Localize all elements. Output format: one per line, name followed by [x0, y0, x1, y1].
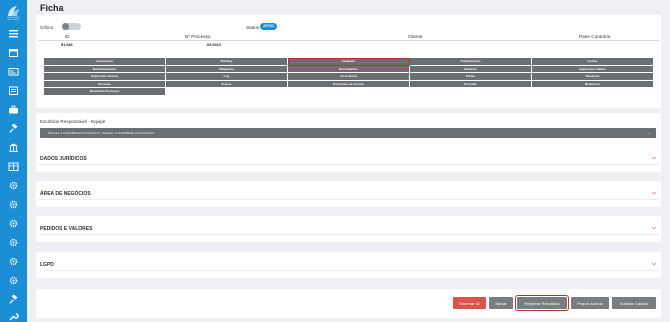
section-divider	[38, 270, 659, 271]
gavel-icon[interactable]	[8, 124, 19, 133]
section-title: LGPD	[40, 262, 54, 268]
responsible-value: RAFAEL & MARABESE ADVOGADOS - RAFAEL & M…	[48, 131, 155, 135]
col-processo: Nº Processo	[185, 34, 211, 39]
chevron-down-icon[interactable]	[651, 155, 657, 161]
tab-ocorrencia[interactable]: Ocorrência	[288, 73, 410, 81]
critico-toggle[interactable]	[62, 23, 81, 30]
header-divider	[38, 40, 659, 41]
chevron-down-icon[interactable]	[651, 225, 657, 231]
section-pedidos-valores[interactable]: PEDIDOS E VALORES	[36, 216, 661, 242]
gear-icon[interactable]	[8, 181, 19, 190]
tab-pessoas[interactable]: Pessoas	[44, 80, 166, 88]
gear-icon[interactable]	[8, 238, 19, 247]
action-bar: Encerrar ID Salvar Registrar Resultado P…	[36, 289, 661, 318]
responsible-panel: Escritório Responsável - Equipe RAFAEL &…	[36, 113, 661, 146]
section-title: ÁREA DE NEGÓCIOS	[40, 191, 91, 197]
section-divider	[38, 234, 659, 235]
tab-impressao-cliente[interactable]: Impressão Cliente	[532, 65, 654, 73]
bank-icon[interactable]	[8, 143, 19, 152]
value-id: 51.946	[61, 43, 73, 47]
gear-icon[interactable]	[8, 257, 19, 266]
chevron-down-icon: ⌄	[647, 130, 651, 135]
tab-resultado-processo[interactable]: Resultado Processo	[44, 88, 166, 96]
solicitar-calculo-button[interactable]: Solicitar Cálculo	[612, 297, 656, 309]
col-parte-contraria: Parte Contrária	[579, 34, 611, 39]
tab-propostas-acordo[interactable]: Propostas de Acordo	[288, 80, 410, 88]
section-lgpd[interactable]: LGPD	[36, 252, 661, 278]
col-cliente: Cliente	[408, 34, 423, 39]
toggle-knob	[62, 23, 69, 30]
gear-icon[interactable]	[8, 200, 19, 209]
table-icon[interactable]	[8, 162, 19, 171]
summary-panel: Crítico Status ATIVO ID Nº Processo Clie…	[36, 15, 661, 108]
gavel-icon[interactable]	[8, 295, 19, 304]
propor-acordo-button[interactable]: Propor Acordo	[571, 297, 609, 309]
section-dados-juridicos[interactable]: DADOS JURÍDICOS	[36, 146, 661, 172]
section-area-negocios[interactable]: ÁREA DE NEGÓCIOS	[36, 181, 661, 207]
wrench-icon[interactable]	[8, 312, 19, 321]
tab-pesquisa[interactable]: Pesquisa	[532, 73, 654, 81]
encerrar-id-button[interactable]: Encerrar ID	[453, 297, 486, 309]
tab-andamento[interactable]: Andamento	[44, 58, 166, 66]
logo-text: ESCRITÓRIO ADVOCACIA	[7, 17, 20, 21]
gear-icon[interactable]	[8, 276, 19, 285]
status-label: Status	[246, 24, 260, 30]
tab-impressao-interna[interactable]: Impressão Interna	[44, 73, 166, 81]
list-icon[interactable]	[8, 86, 19, 95]
tab-desdobramento[interactable]: Desdobramento	[44, 65, 166, 73]
tab-partes[interactable]: Partes	[410, 73, 532, 81]
tab-documentos[interactable]: Documentos	[288, 65, 410, 73]
tab-relatorios[interactable]: Relatórios	[532, 80, 654, 88]
section-title: PEDIDOS E VALORES	[40, 226, 93, 232]
tab-historico[interactable]: Histórico	[410, 65, 532, 73]
main-content: Ficha Crítico Status ATIVO ID Nº Process…	[27, 0, 670, 322]
status-badge: ATIVO	[260, 23, 277, 30]
tab-diligencia[interactable]: Diligência	[166, 65, 288, 73]
value-processo: .05.0013	[206, 43, 221, 47]
tab-prazos[interactable]: Prazos	[166, 80, 288, 88]
section-title: DADOS JURÍDICOS	[40, 156, 87, 162]
registrar-resultado-button[interactable]: Registrar Resultado	[514, 294, 570, 312]
gear-icon[interactable]	[8, 219, 19, 228]
tab-cumprimento[interactable]: Cumprimento	[410, 58, 532, 66]
col-id: ID	[65, 34, 70, 39]
salvar-button[interactable]: Salvar	[489, 297, 513, 309]
responsible-label: Escritório Responsável - Equipe	[40, 119, 106, 124]
menu-icon[interactable]	[8, 29, 19, 38]
tab-log[interactable]: Log	[166, 73, 288, 81]
section-divider	[38, 199, 659, 200]
calendar-icon[interactable]	[8, 48, 19, 57]
responsible-select[interactable]: RAFAEL & MARABESE ADVOGADOS - RAFAEL & M…	[40, 128, 656, 138]
chevron-down-icon[interactable]	[651, 261, 657, 267]
tab-cadastro[interactable]: Cadastro	[288, 58, 410, 66]
sidebar: ESCRITÓRIO ADVOCACIA	[0, 0, 27, 322]
tab-custas[interactable]: Custas	[532, 58, 654, 66]
page-title: Ficha	[40, 3, 64, 13]
critico-label: Crítico	[40, 24, 54, 30]
briefcase-icon[interactable]	[8, 105, 19, 114]
card-icon[interactable]	[8, 67, 19, 76]
chevron-down-icon[interactable]	[651, 190, 657, 196]
tab-briefing[interactable]: Briefing	[166, 58, 288, 66]
section-divider	[38, 164, 659, 165]
logo-icon	[5, 4, 22, 18]
tab-provisao[interactable]: Provisão	[410, 80, 532, 88]
